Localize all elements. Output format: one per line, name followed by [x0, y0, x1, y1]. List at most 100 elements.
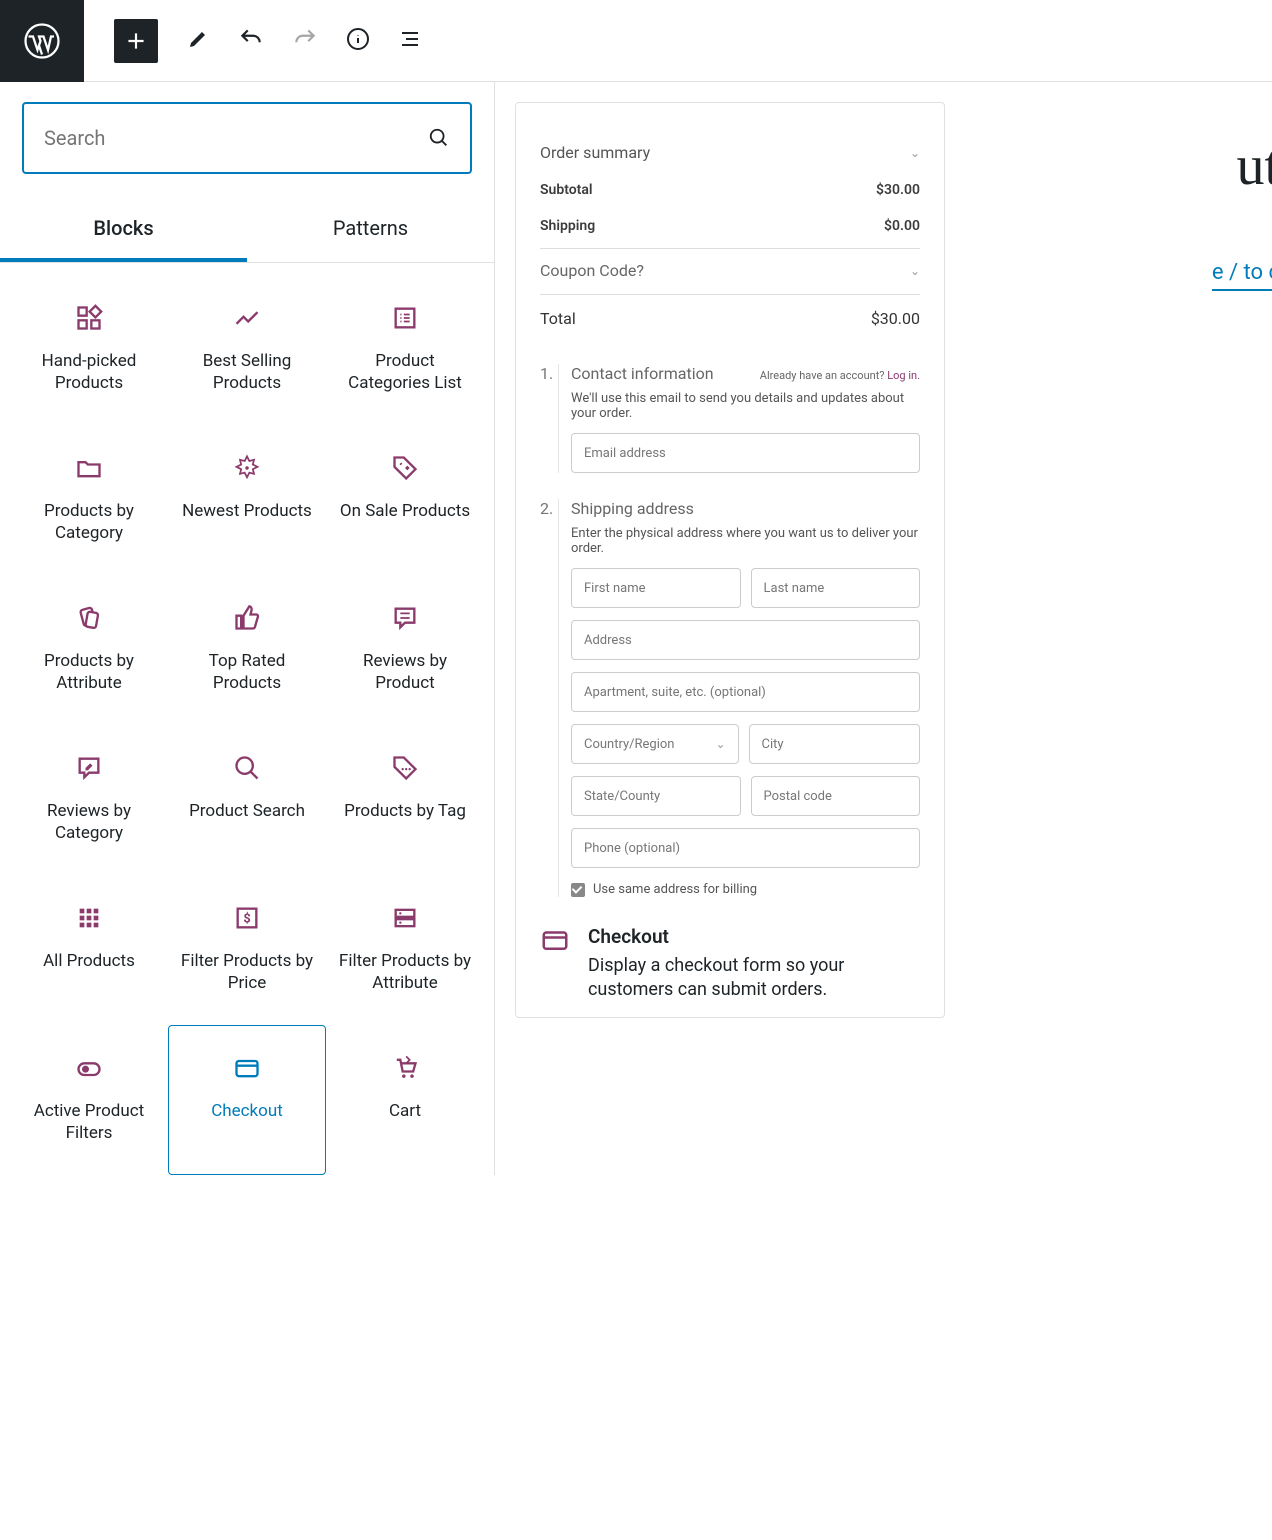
list-icon — [398, 27, 422, 51]
block-reviews-by-product[interactable]: Reviews by Product — [326, 575, 484, 725]
block-top-rated[interactable]: Top Rated Products — [168, 575, 326, 725]
search-input[interactable] — [44, 126, 428, 150]
step-title: Shipping address — [571, 499, 920, 518]
block-active-filters[interactable]: Active Product Filters — [10, 1025, 168, 1175]
step-title: Contact information — [571, 364, 714, 383]
order-summary-header[interactable]: Order summary⌄ — [540, 133, 920, 172]
server-icon — [391, 904, 419, 932]
block-label: Best Selling Products — [177, 350, 317, 394]
block-filter-by-attribute[interactable]: Filter Products by Attribute — [326, 875, 484, 1025]
inserter-tabs: Blocks Patterns — [0, 198, 494, 263]
block-label: Active Product Filters — [19, 1100, 159, 1144]
city-field[interactable]: City — [749, 724, 920, 764]
block-label: Products by Tag — [344, 800, 466, 822]
step-description: We'll use this email to send you details… — [571, 391, 920, 421]
preview-card: Order summary⌄ Subtotal$30.00 Shipping$0… — [515, 102, 945, 1018]
folder-icon — [75, 454, 103, 482]
tag-dots-icon — [391, 754, 419, 782]
block-label: Newest Products — [182, 500, 312, 522]
tag-icon — [391, 454, 419, 482]
login-link[interactable]: Log in. — [887, 369, 920, 382]
chevron-down-icon: ⌄ — [910, 264, 920, 278]
block-description: Checkout Display a checkout form so your … — [540, 925, 920, 1003]
background-title-fragment: ut — [1236, 134, 1272, 198]
block-label: Checkout — [211, 1100, 283, 1122]
block-categories-list[interactable]: Product Categories List — [326, 275, 484, 425]
state-field[interactable]: State/County — [571, 776, 741, 816]
block-inserter-panel: Blocks Patterns Hand-picked Products Bes… — [0, 82, 495, 1175]
block-cart[interactable]: Cart — [326, 1025, 484, 1175]
coupon-row[interactable]: Coupon Code?⌄ — [540, 248, 920, 290]
info-button[interactable] — [346, 27, 370, 55]
last-name-field[interactable]: Last name — [751, 568, 921, 608]
block-label: Hand-picked Products — [19, 350, 159, 394]
block-on-sale[interactable]: On Sale Products — [326, 425, 484, 575]
block-label: Products by Attribute — [19, 650, 159, 694]
email-field[interactable]: Email address — [571, 433, 920, 473]
magnifier-icon — [233, 754, 261, 782]
block-label: On Sale Products — [340, 500, 470, 522]
block-all-products[interactable]: All Products — [10, 875, 168, 1025]
blocks-grid: Hand-picked Products Best Selling Produc… — [0, 263, 494, 1175]
search-icon — [428, 127, 450, 149]
price-box-icon: $ — [233, 904, 261, 932]
block-filter-by-price[interactable]: $ Filter Products by Price — [168, 875, 326, 1025]
undo-button[interactable] — [238, 26, 264, 56]
step-shipping: 2. Shipping address Enter the physical a… — [540, 499, 920, 897]
thumbs-up-icon — [233, 604, 261, 632]
step-description: Enter the physical address where you wan… — [571, 526, 920, 556]
block-best-selling[interactable]: Best Selling Products — [168, 275, 326, 425]
block-hand-picked-products[interactable]: Hand-picked Products — [10, 275, 168, 425]
cards-icon — [75, 604, 103, 632]
subtotal-row: Subtotal$30.00 — [540, 172, 920, 208]
info-title: Checkout — [588, 925, 920, 948]
chevron-down-icon: ⌄ — [715, 737, 725, 751]
tab-patterns[interactable]: Patterns — [247, 198, 494, 262]
list-box-icon — [391, 304, 419, 332]
block-reviews-by-category[interactable]: Reviews by Category — [10, 725, 168, 875]
country-select[interactable]: Country/Region⌄ — [571, 724, 739, 764]
block-label: Product Search — [189, 800, 305, 822]
block-label: Filter Products by Price — [177, 950, 317, 994]
block-products-by-category[interactable]: Products by Category — [10, 425, 168, 575]
outline-button[interactable] — [398, 27, 422, 55]
block-label: Reviews by Product — [335, 650, 475, 694]
apartment-field[interactable]: Apartment, suite, etc. (optional) — [571, 672, 920, 712]
block-newest-products[interactable]: Newest Products — [168, 425, 326, 575]
redo-button[interactable] — [292, 26, 318, 56]
svg-text:$: $ — [243, 912, 250, 927]
card-icon — [233, 1054, 261, 1082]
block-label: Products by Category — [19, 500, 159, 544]
step-contact: 1. Contact informationAlready have an ac… — [540, 364, 920, 473]
edit-tool-button[interactable] — [186, 27, 210, 55]
block-label: Filter Products by Attribute — [335, 950, 475, 994]
shipping-row: Shipping$0.00 — [540, 208, 920, 244]
total-row: Total$30.00 — [540, 294, 920, 338]
trend-icon — [233, 304, 261, 332]
cart-icon — [391, 1054, 419, 1082]
checkbox-icon — [571, 883, 585, 897]
block-label: Top Rated Products — [177, 650, 317, 694]
info-description: Display a checkout form so your customer… — [588, 954, 920, 1003]
burst-icon — [233, 454, 261, 482]
topbar-tools — [84, 19, 422, 63]
block-products-by-attribute[interactable]: Products by Attribute — [10, 575, 168, 725]
block-checkout[interactable]: Checkout — [168, 1025, 326, 1175]
block-label: Reviews by Category — [19, 800, 159, 844]
add-block-button[interactable] — [114, 19, 158, 63]
grid-icon — [75, 304, 103, 332]
block-products-by-tag[interactable]: Products by Tag — [326, 725, 484, 875]
block-preview-panel: ut e / to c Order summary⌄ Subtotal$30.0… — [495, 82, 1272, 1175]
phone-field[interactable]: Phone (optional) — [571, 828, 920, 868]
postal-field[interactable]: Postal code — [751, 776, 921, 816]
tab-blocks[interactable]: Blocks — [0, 198, 247, 262]
block-product-search[interactable]: Product Search — [168, 725, 326, 875]
comment-edit-icon — [75, 754, 103, 782]
search-box[interactable] — [22, 102, 472, 174]
first-name-field[interactable]: First name — [571, 568, 741, 608]
wordpress-logo[interactable] — [0, 0, 84, 82]
block-label: All Products — [43, 950, 135, 972]
address-field[interactable]: Address — [571, 620, 920, 660]
block-label: Cart — [389, 1100, 421, 1122]
same-billing-checkbox[interactable]: Use same address for billing — [571, 882, 920, 897]
